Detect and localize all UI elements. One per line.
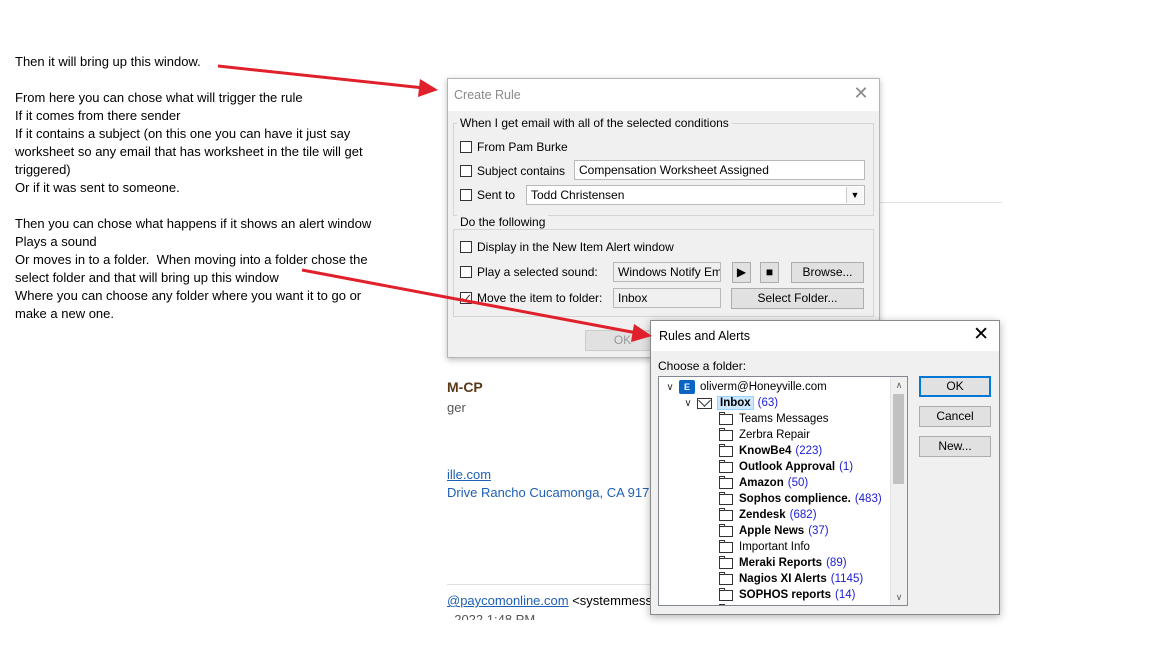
arrow-to-create-rule [217,64,438,97]
annotation-arrows [217,64,652,342]
arrow-to-rules-alerts [301,268,652,342]
